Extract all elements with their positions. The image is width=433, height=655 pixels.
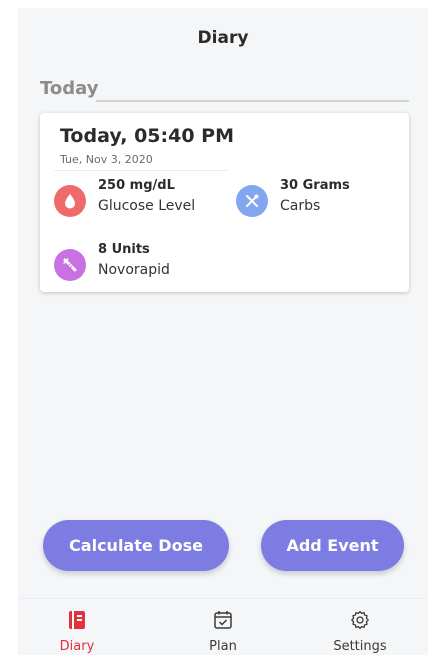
add-event-button[interactable]: Add Event <box>261 520 404 571</box>
diary-entry-card[interactable]: Today, 05:40 PM Tue, Nov 3, 2020 250 mg/… <box>40 113 409 292</box>
carbs-entry[interactable]: 30 Grams Carbs <box>236 177 350 217</box>
insulin-value: 8 Units <box>98 242 150 257</box>
nav-item-diary[interactable]: Diary <box>27 609 127 654</box>
glucose-value: 250 mg/dL <box>98 178 175 193</box>
section-title-today: Today <box>40 78 99 99</box>
glucose-entry[interactable]: 250 mg/dL Glucose Level <box>54 177 195 217</box>
page-title: Diary <box>197 28 249 48</box>
carbs-value: 30 Grams <box>280 178 350 193</box>
bottom-navigation: Diary Plan Settings <box>18 598 428 655</box>
section-divider <box>96 100 409 102</box>
nav-item-settings[interactable]: Settings <box>310 609 410 654</box>
nav-label-settings: Settings <box>333 639 387 654</box>
syringe-icon <box>54 249 86 281</box>
glucose-label: Glucose Level <box>98 198 196 214</box>
fork-knife-icon <box>236 185 268 217</box>
insulin-label: Novorapid <box>98 262 170 278</box>
calculate-dose-button[interactable]: Calculate Dose <box>43 520 229 571</box>
diary-screen: Diary Today Today, 05:40 PM Tue, Nov 3, … <box>18 8 428 655</box>
nav-label-plan: Plan <box>209 639 237 654</box>
blood-drop-icon <box>54 185 86 217</box>
insulin-entry[interactable]: 8 Units Novorapid <box>54 241 170 281</box>
gear-icon <box>349 609 371 631</box>
nav-item-plan[interactable]: Plan <box>173 609 273 654</box>
calendar-check-icon <box>212 609 234 631</box>
diary-book-icon <box>66 609 88 631</box>
entry-time: Today, 05:40 PM <box>60 125 234 147</box>
carbs-label: Carbs <box>280 198 321 214</box>
entry-date: Tue, Nov 3, 2020 <box>60 153 153 166</box>
card-divider <box>54 170 229 171</box>
nav-label-diary: Diary <box>59 639 95 654</box>
